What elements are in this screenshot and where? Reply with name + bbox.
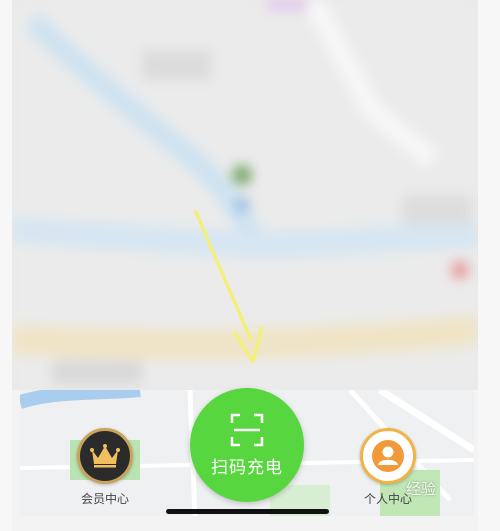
scan-charge-label: 扫码充电 <box>211 457 283 477</box>
profile-icon-circle <box>360 428 416 484</box>
blurred-map <box>12 0 478 390</box>
member-center-button[interactable]: 会员中心 <box>72 428 138 507</box>
scan-frame-icon <box>230 413 264 446</box>
member-center-label: 会员中心 <box>80 492 129 506</box>
watermark: 经验 <box>406 481 437 498</box>
member-center-icon-circle <box>77 428 133 484</box>
right-edge <box>478 0 500 531</box>
scan-charge-button[interactable]: 扫码充电 <box>190 388 304 502</box>
left-edge <box>0 0 12 531</box>
profile-label: 个人中心 <box>363 492 412 506</box>
home-indicator[interactable] <box>166 509 329 514</box>
person-icon <box>372 440 404 472</box>
crown-icon <box>90 444 120 468</box>
